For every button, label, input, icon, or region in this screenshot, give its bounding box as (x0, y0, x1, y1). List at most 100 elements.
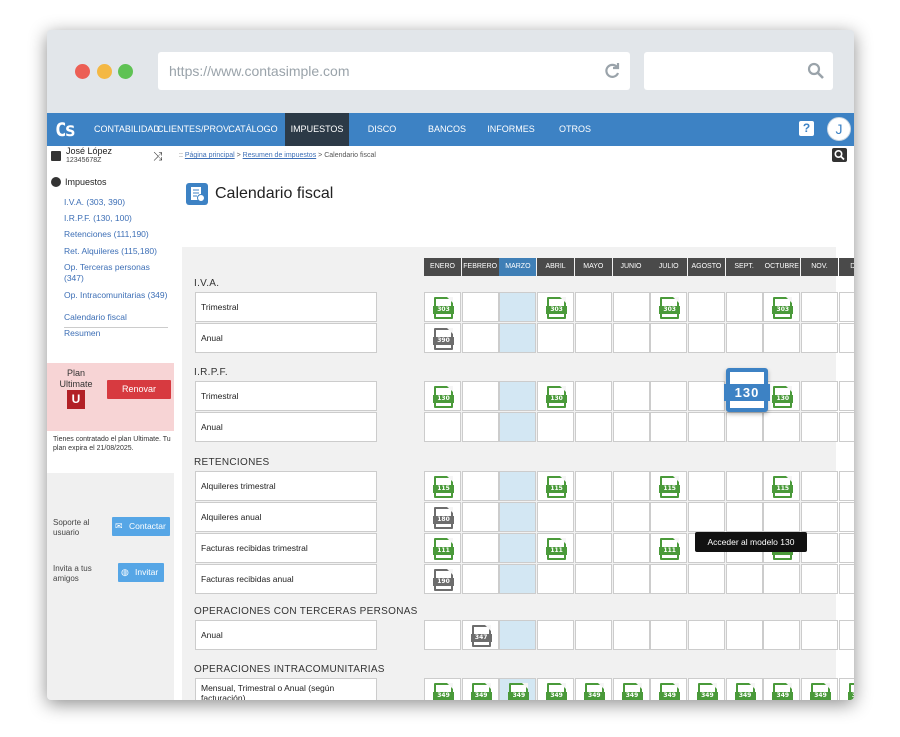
tax-form-number: 349 (659, 692, 681, 700)
calendar-cell: 390 (424, 323, 461, 353)
nav-impuestos[interactable]: IMPUESTOS (285, 113, 349, 146)
tax-form-icon[interactable]: 130 (772, 386, 794, 408)
contact-button[interactable]: ✉ Contactar (112, 517, 170, 536)
tax-form-icon[interactable]: 130 (433, 386, 454, 408)
support-label: Soporte al usuario (53, 518, 90, 537)
tax-form-icon[interactable]: 115 (433, 476, 454, 498)
calendar-cell (801, 471, 838, 501)
nav-disco-virtual[interactable]: DISCO VIRTUAL (351, 113, 413, 167)
minimize-window-button[interactable] (97, 64, 112, 79)
sidebar-item-retenciones[interactable]: Retenciones (111,190) (64, 229, 149, 240)
user-box: José López 12345678Z ⤨ (47, 146, 174, 168)
nav-clientes[interactable]: CLIENTES/PROV. (157, 113, 231, 146)
tax-form-icon[interactable]: 303 (772, 297, 794, 319)
calendar-cell (612, 323, 650, 353)
main-content: :: Página principal > Resumen de impuest… (174, 146, 854, 700)
tax-form-icon[interactable]: 347 (470, 625, 492, 647)
switch-company-icon[interactable]: ⤨ (153, 149, 163, 164)
tax-form-icon[interactable]: 349 (696, 683, 718, 700)
renew-button[interactable]: Renovar (107, 380, 171, 399)
calendar-cell: 115 (424, 471, 461, 501)
calendar-cell (801, 502, 838, 532)
tax-form-icon[interactable]: 111 (433, 538, 454, 560)
tax-form-icon[interactable]: 390 (433, 328, 454, 350)
sidebar-item-iva[interactable]: I.V.A. (303, 390) (64, 197, 125, 208)
tax-form-icon[interactable]: 349 (470, 683, 492, 700)
plan-box: Plan Ultimate U Renovar (47, 363, 174, 431)
search-icon[interactable] (832, 148, 847, 162)
tax-form-icon[interactable]: 349 (734, 683, 756, 700)
sidebar-item-terceras[interactable]: Op. Terceras personas (347) (64, 262, 168, 284)
calendar-cell: 349 (424, 678, 461, 700)
calendar-cell: 111 (424, 533, 461, 563)
row-label: Trimestral (195, 381, 377, 411)
invite-button[interactable]: ◍ Invitar (118, 563, 164, 582)
month-header: DIC. (838, 258, 854, 276)
contasimple-logo[interactable]: Cs (55, 119, 81, 141)
address-bar[interactable]: https://www.contasimple.com (158, 52, 630, 90)
maximize-window-button[interactable] (118, 64, 133, 79)
nav-otros[interactable]: OTROS (547, 113, 603, 146)
tax-form-icon[interactable]: 349 (810, 683, 831, 700)
close-window-button[interactable] (75, 64, 90, 79)
section-title: OPERACIONES INTRACOMUNITARIAS (194, 664, 385, 675)
sidebar-item-intracomunitarias[interactable]: Op. Intracomunitarias (349) (64, 290, 167, 301)
calendar-cell: 349 (725, 678, 763, 700)
tax-form-icon[interactable]: 349 (847, 683, 854, 700)
sidebar-item-irpf[interactable]: I.R.P.F. (130, 100) (64, 213, 132, 224)
calendar-cell: 349 (687, 678, 725, 700)
tax-form-icon[interactable]: 115 (659, 476, 681, 498)
nav-contabilidad[interactable]: CONTABILIDAD (94, 113, 160, 146)
breadcrumb-summary[interactable]: Resumen de impuestos (243, 152, 317, 159)
calendar-cell: 349 (537, 678, 575, 700)
tax-form-icon[interactable]: 111 (546, 538, 568, 560)
avatar[interactable]: J (827, 117, 851, 141)
tax-form-icon[interactable]: 111 (659, 538, 681, 560)
calendar-cell: 349 (838, 678, 854, 700)
tax-form-icon[interactable]: 130 (546, 386, 568, 408)
tax-form-icon[interactable]: 115 (546, 476, 568, 498)
calendar-cell (537, 564, 575, 594)
calendar-cell (612, 381, 650, 411)
tax-form-icon[interactable]: 349 (772, 683, 794, 700)
tax-form-number: 130 (772, 395, 794, 403)
calendar-cell (537, 323, 575, 353)
tax-form-icon[interactable]: 190 (433, 569, 454, 591)
calendar-cell (763, 620, 801, 650)
tax-form-icon[interactable]: 349 (508, 683, 530, 700)
calendar-cell (650, 564, 688, 594)
calendar-cell (687, 381, 725, 411)
calendar-cell (650, 381, 688, 411)
sidebar-item-ret-alquileres[interactable]: Ret. Alquileres (115,180) (64, 246, 157, 257)
plan-badge: U (67, 390, 85, 409)
calendar-cell (574, 471, 612, 501)
tax-form-icon[interactable]: 115 (772, 476, 794, 498)
browser-search-field[interactable] (644, 52, 833, 90)
tax-form-icon[interactable]: 303 (659, 297, 681, 319)
plan-name: Ultimate (59, 379, 93, 389)
user-card-icon (51, 151, 61, 161)
tax-form-number: 115 (659, 485, 681, 493)
contact-label: Contactar (129, 521, 166, 531)
tax-form-icon[interactable]: 180 (433, 507, 454, 529)
tax-form-icon[interactable]: 303 (546, 297, 568, 319)
nav-bancos[interactable]: BANCOS (419, 113, 475, 146)
calendar-cell (537, 620, 575, 650)
sidebar-item-resumen[interactable]: Resumen (64, 328, 100, 339)
tax-form-icon[interactable]: 349 (583, 683, 605, 700)
hover-model-icon[interactable]: 130 (724, 368, 770, 412)
nav-catalogo[interactable]: CATÁLOGO (225, 113, 281, 146)
tax-form-icon[interactable]: 303 (433, 297, 454, 319)
tax-form-icon[interactable]: 349 (433, 683, 454, 700)
calendar-cell (499, 412, 537, 442)
tax-form-number: 111 (546, 547, 568, 555)
tax-form-icon[interactable]: 349 (546, 683, 568, 700)
tax-form-icon[interactable]: 349 (621, 683, 643, 700)
reload-icon[interactable] (602, 61, 622, 81)
breadcrumb-home[interactable]: Página principal (185, 152, 235, 159)
nav-informes[interactable]: INFORMES (481, 113, 541, 146)
sidebar-item-calendario[interactable]: Calendario fiscal (64, 312, 127, 323)
help-icon[interactable]: ? (799, 121, 814, 136)
calendar-cell: 130 (537, 381, 575, 411)
tax-form-icon[interactable]: 349 (659, 683, 681, 700)
